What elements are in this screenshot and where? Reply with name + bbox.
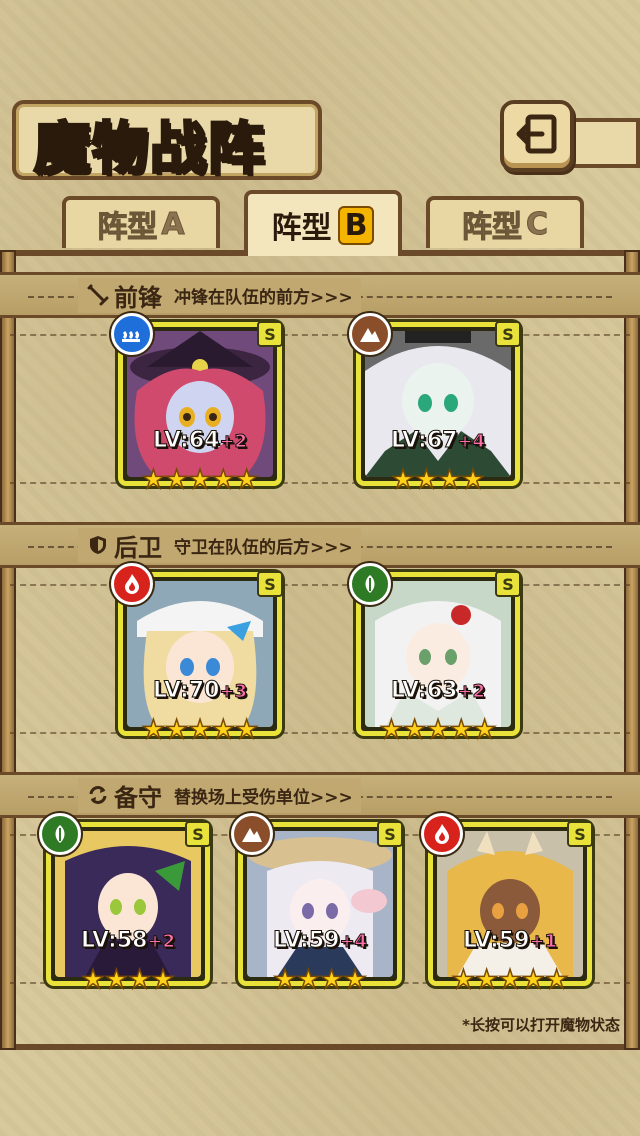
- section-title: 后卫: [114, 533, 162, 562]
- level-plus: +4: [457, 431, 486, 453]
- monster-card-rear-1[interactable]: S LV:70+3 ★ ★ ★ ★ ★: [111, 563, 283, 744]
- monster-portrait: [127, 581, 273, 727]
- section-desc: 守卫在队伍的后方>>>: [174, 537, 353, 558]
- level-plus: +2: [457, 681, 486, 703]
- tab-letter: A: [161, 206, 185, 242]
- water-element-icon: [111, 313, 153, 355]
- section-title: 前锋: [114, 283, 162, 312]
- level-label: LV:63+2: [390, 678, 486, 704]
- section-front: 前锋 冲锋在队伍的前方>>>: [0, 272, 640, 318]
- rank-badge: S: [567, 821, 593, 847]
- back-button-tail: [572, 118, 640, 168]
- level-plus: +2: [219, 431, 248, 453]
- level-label: LV:59+4: [272, 928, 368, 954]
- section-desc: 冲锋在队伍的前方>>>: [174, 287, 353, 308]
- level-value: LV:59: [462, 928, 530, 954]
- wind-element-icon: [349, 563, 391, 605]
- star-rating: ★ ★ ★ ★ ★: [451, 965, 569, 995]
- monster-portrait: [55, 831, 201, 977]
- rank-badge: S: [495, 321, 521, 347]
- level-value: LV:63: [390, 678, 458, 704]
- tab-label: 阵型: [461, 210, 522, 246]
- tab-letter: C: [525, 206, 549, 242]
- level-label: LV:59+1: [462, 928, 558, 954]
- swap-icon: [86, 783, 110, 807]
- level-plus: +1: [529, 931, 558, 953]
- rank-badge: S: [377, 821, 403, 847]
- rank-badge: S: [257, 571, 283, 597]
- monster-portrait: [247, 831, 393, 977]
- level-plus: +4: [339, 931, 368, 953]
- tab-label: 阵型: [97, 210, 158, 246]
- star-rating: ★ ★ ★ ★ ★: [141, 715, 259, 745]
- wind-element-icon: [39, 813, 81, 855]
- tab-formation-c[interactable]: 阵型 C: [426, 196, 584, 248]
- monster-card-front-1[interactable]: S LV:64+2 ★ ★ ★ ★ ★: [111, 313, 283, 494]
- level-label: LV:70+3: [152, 678, 248, 704]
- monster-card-reserve-2[interactable]: S LV:59+4 ★ ★ ★ ★: [231, 813, 403, 994]
- back-arrow-icon: [514, 111, 560, 161]
- level-value: LV:67: [390, 428, 458, 454]
- section-rear: 后卫 守卫在队伍的后方>>>: [0, 522, 640, 568]
- section-desc: 替换场上受伤单位>>>: [174, 787, 353, 808]
- level-label: LV:58+2: [80, 928, 176, 954]
- star-rating: ★ ★ ★ ★ ★: [141, 465, 259, 495]
- star-rating: ★ ★ ★ ★: [273, 965, 368, 995]
- rank-badge: S: [495, 571, 521, 597]
- page-title: 魔物战阵: [33, 115, 266, 184]
- monster-card-front-2[interactable]: S LV:67+4 ★ ★ ★ ★: [349, 313, 521, 494]
- rear-row-band: [10, 584, 630, 734]
- earth-element-icon: [231, 813, 273, 855]
- tab-label: 阵型: [271, 211, 332, 246]
- fire-element-icon: [421, 813, 463, 855]
- monster-portrait: [437, 831, 583, 977]
- tab-formation-a[interactable]: 阵型 A: [62, 196, 220, 248]
- level-label: LV:67+4: [390, 428, 486, 454]
- tab-letter: B: [337, 205, 375, 245]
- level-value: LV:64: [152, 428, 220, 454]
- fire-element-icon: [111, 563, 153, 605]
- level-value: LV:70: [152, 678, 220, 704]
- monster-portrait: [365, 331, 511, 477]
- level-value: LV:59: [272, 928, 340, 954]
- long-press-hint: *长按可以打开魔物状态: [462, 1016, 620, 1034]
- star-rating: ★ ★ ★ ★ ★: [379, 715, 497, 745]
- star-rating: ★ ★ ★ ★: [391, 465, 486, 495]
- level-plus: +2: [147, 931, 176, 953]
- level-value: LV:58: [80, 928, 148, 954]
- earth-element-icon: [349, 313, 391, 355]
- shield-icon: [86, 533, 110, 557]
- rank-badge: S: [257, 321, 283, 347]
- level-label: LV:64+2: [152, 428, 248, 454]
- monster-card-rear-2[interactable]: S LV:63+2 ★ ★ ★ ★ ★: [349, 563, 521, 744]
- level-plus: +3: [219, 681, 248, 703]
- sword-icon: [86, 283, 110, 307]
- front-row-band: [10, 334, 630, 484]
- tab-formation-b[interactable]: 阵型 B: [244, 190, 402, 256]
- back-button[interactable]: [500, 100, 574, 172]
- rank-badge: S: [185, 821, 211, 847]
- monster-card-reserve-1[interactable]: S LV:58+2 ★ ★ ★ ★: [39, 813, 211, 994]
- monster-portrait: [365, 581, 511, 727]
- monster-portrait: [127, 331, 273, 477]
- monster-card-reserve-3[interactable]: S LV:59+1 ★ ★ ★ ★ ★: [421, 813, 593, 994]
- section-title: 备守: [114, 783, 162, 812]
- section-reserve: 备守 替换场上受伤单位>>>: [0, 772, 640, 818]
- star-rating: ★ ★ ★ ★: [81, 965, 176, 995]
